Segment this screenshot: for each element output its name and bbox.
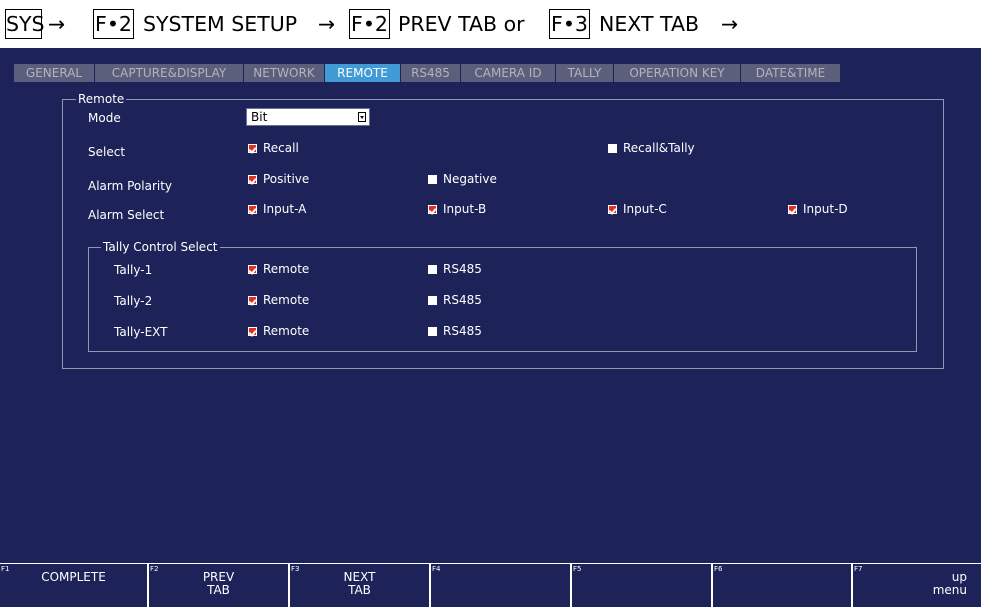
function-key-bar: F1 COMPLETE F2 PREV TAB F3 NEXT TAB F4 F…: [0, 563, 981, 607]
select-recall-tally-checkbox[interactable]: Recall&Tally: [608, 141, 758, 155]
f4-button[interactable]: F4: [429, 563, 570, 607]
tally-1-rs485-checkbox[interactable]: RS485: [428, 262, 548, 276]
checkbox-label: Recall&Tally: [623, 141, 695, 155]
f2-prev-tab-button[interactable]: F2 PREV TAB: [147, 563, 288, 607]
sys-key: SYS: [5, 9, 45, 39]
tab-camera-id[interactable]: CAMERA ID: [461, 64, 555, 82]
select-label: Select: [88, 145, 126, 159]
f7-up-menu-button[interactable]: F7 up menu: [851, 563, 981, 607]
alarm-select-input-d-checkbox[interactable]: Input-D: [788, 202, 908, 216]
checkbox-label: Input-A: [263, 202, 307, 216]
checkbox-checked-icon: [248, 265, 257, 274]
alarm-select-input-b-checkbox[interactable]: Input-B: [428, 202, 548, 216]
checkbox-label: Positive: [263, 172, 310, 186]
checkbox-label: Input-C: [623, 202, 667, 216]
tab-tally[interactable]: TALLY: [556, 64, 613, 82]
checkbox-checked-icon: [248, 327, 257, 336]
tally-1-label: Tally-1: [114, 263, 153, 277]
checkbox-label: Remote: [263, 324, 310, 338]
checkbox-checked-icon: [788, 205, 797, 214]
f2-key: F•2: [349, 9, 390, 39]
checkbox-unchecked-icon: [428, 175, 437, 184]
f3-key-label: NEXT TAB: [343, 570, 376, 597]
checkbox-label: Remote: [263, 293, 310, 307]
tally-ext-rs485-checkbox[interactable]: RS485: [428, 324, 548, 338]
select-recall-checkbox[interactable]: Recall: [248, 141, 368, 155]
tab-date-time[interactable]: DATE&TIME: [741, 64, 840, 82]
checkbox-label: Input-D: [803, 202, 848, 216]
setup-screen: GENERAL CAPTURE&DISPLAY NETWORK REMOTE R…: [0, 48, 981, 607]
f2-key-label: PREV TAB: [202, 570, 235, 597]
tab-rs485[interactable]: RS485: [401, 64, 460, 82]
alarm-polarity-positive-checkbox[interactable]: Positive: [248, 172, 368, 186]
f6-key-number: F6: [714, 565, 723, 573]
mode-value: Bit: [251, 110, 268, 124]
breadcrumb-system-setup: SYSTEM SETUP: [143, 12, 298, 36]
checkbox-checked-icon: [248, 296, 257, 305]
breadcrumb-arrow: →: [48, 12, 66, 36]
checkbox-checked-icon: [428, 205, 437, 214]
f1-key-label: COMPLETE: [41, 570, 106, 584]
tab-remote[interactable]: REMOTE: [325, 64, 400, 82]
checkbox-unchecked-icon: [428, 265, 437, 274]
f5-button[interactable]: F5: [570, 563, 711, 607]
checkbox-label: Negative: [443, 172, 497, 186]
breadcrumb-prev-tab: PREV TAB or: [398, 12, 525, 36]
checkbox-checked-icon: [248, 175, 257, 184]
f3-next-tab-button[interactable]: F3 NEXT TAB: [288, 563, 429, 607]
f6-button[interactable]: F6: [711, 563, 851, 607]
alarm-polarity-negative-checkbox[interactable]: Negative: [428, 172, 548, 186]
checkbox-label: RS485: [443, 324, 482, 338]
breadcrumb-arrow: →: [721, 12, 739, 36]
checkbox-label: Recall: [263, 141, 299, 155]
tally-2-label: Tally-2: [114, 294, 153, 308]
breadcrumb-arrow: →: [318, 12, 336, 36]
tally-ext-remote-checkbox[interactable]: Remote: [248, 324, 368, 338]
tally-1-remote-checkbox[interactable]: Remote: [248, 262, 368, 276]
dropdown-arrow-icon: [358, 112, 366, 122]
mode-label: Mode: [88, 111, 121, 125]
f5-key-number: F5: [573, 565, 582, 573]
alarm-select-input-a-checkbox[interactable]: Input-A: [248, 202, 368, 216]
f4-key-number: F4: [432, 565, 441, 573]
tab-general[interactable]: GENERAL: [14, 64, 94, 82]
checkbox-label: RS485: [443, 262, 482, 276]
f7-key-label: up menu: [932, 570, 967, 597]
tab-operation-key[interactable]: OPERATION KEY: [614, 64, 740, 82]
alarm-select-label: Alarm Select: [88, 208, 165, 222]
f1-complete-button[interactable]: F1 COMPLETE: [0, 563, 147, 607]
remote-group-title: Remote: [76, 92, 127, 106]
breadcrumb-next-tab: NEXT TAB: [599, 12, 700, 36]
checkbox-checked-icon: [608, 205, 617, 214]
checkbox-checked-icon: [248, 144, 257, 153]
tally-control-group-title: Tally Control Select: [101, 240, 220, 254]
alarm-select-input-c-checkbox[interactable]: Input-C: [608, 202, 728, 216]
checkbox-unchecked-icon: [608, 144, 617, 153]
mode-dropdown[interactable]: Bit: [246, 108, 370, 126]
alarm-polarity-label: Alarm Polarity: [88, 179, 173, 193]
checkbox-label: RS485: [443, 293, 482, 307]
f2-key: F•2: [93, 9, 134, 39]
tally-ext-label: Tally-EXT: [114, 325, 168, 339]
breadcrumb: SYS → F•2 SYSTEM SETUP → F•2 PREV TAB or…: [0, 0, 981, 48]
f3-key: F•3: [549, 9, 590, 39]
tally-2-remote-checkbox[interactable]: Remote: [248, 293, 368, 307]
tally-2-rs485-checkbox[interactable]: RS485: [428, 293, 548, 307]
checkbox-unchecked-icon: [428, 327, 437, 336]
tab-capture-display[interactable]: CAPTURE&DISPLAY: [95, 64, 243, 82]
checkbox-checked-icon: [248, 205, 257, 214]
tab-network[interactable]: NETWORK: [244, 64, 324, 82]
checkbox-label: Input-B: [443, 202, 487, 216]
checkbox-label: Remote: [263, 262, 310, 276]
checkbox-unchecked-icon: [428, 296, 437, 305]
